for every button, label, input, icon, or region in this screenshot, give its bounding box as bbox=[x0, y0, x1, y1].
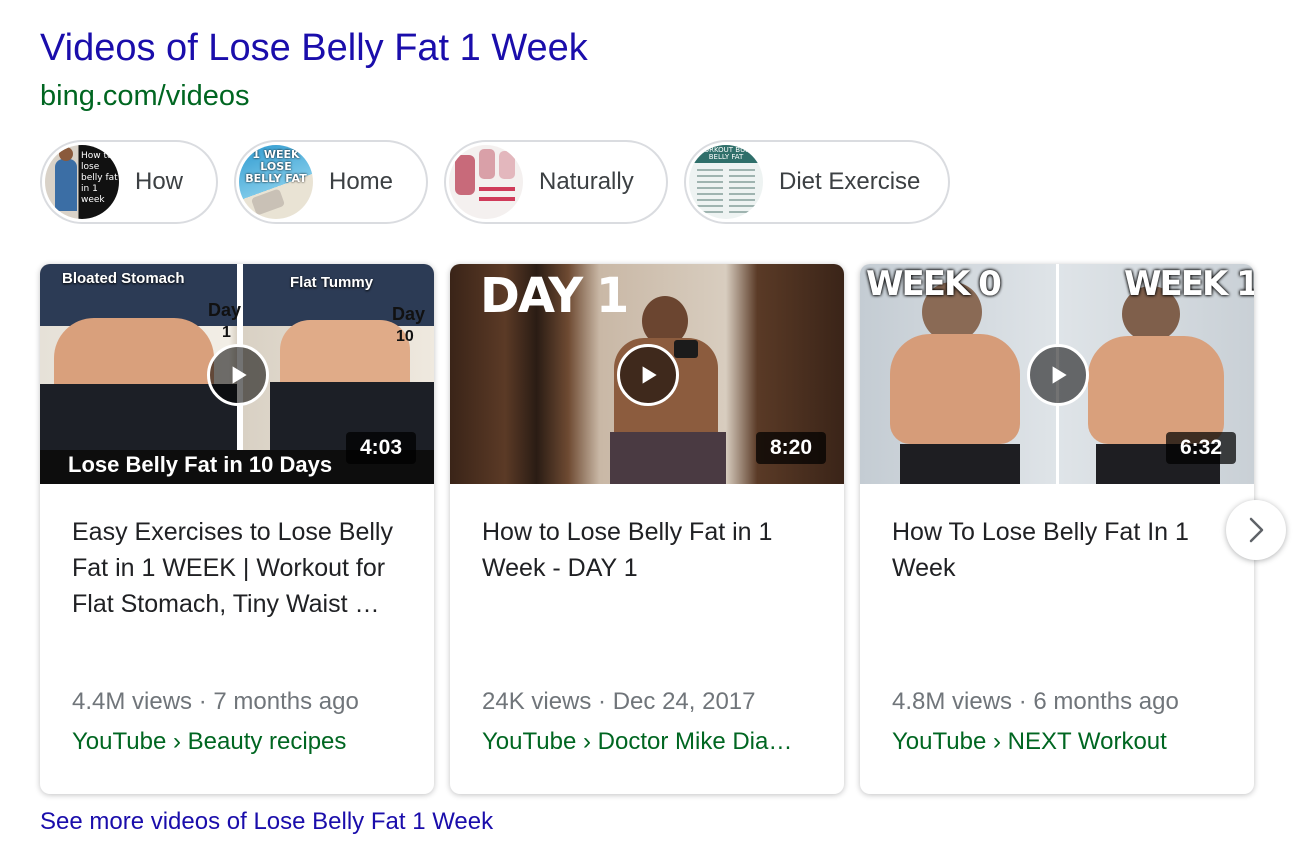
video-views: 4.4M views bbox=[72, 688, 193, 715]
filter-pill-label: How bbox=[135, 168, 184, 195]
video-channel[interactable]: YouTube › Beauty recipes bbox=[72, 728, 412, 756]
video-duration: 8:20 bbox=[755, 432, 826, 464]
meta-separator: · bbox=[591, 688, 613, 715]
filter-pill-label: Naturally bbox=[539, 168, 634, 195]
overlay-day-left: Day bbox=[208, 300, 242, 320]
video-thumbnail[interactable]: DAY 1 8:20 bbox=[450, 264, 844, 484]
video-channel[interactable]: YouTube › Doctor Mike Dia… bbox=[482, 728, 822, 756]
overlay-label-left: WEEK 0 bbox=[866, 264, 1002, 304]
video-title[interactable]: How To Lose Belly Fat In 1 Week bbox=[892, 514, 1230, 586]
overlay-label-right: Flat Tummy bbox=[290, 274, 374, 291]
meta-separator: · bbox=[1012, 688, 1034, 715]
overlay-banner: Lose Belly Fat in 10 Days bbox=[68, 452, 333, 477]
video-meta: 24K views · Dec 24, 2017 bbox=[482, 688, 756, 716]
video-thumbnail[interactable]: Bloated Stomach Flat Tummy Day 1 Day 10 … bbox=[40, 264, 434, 484]
video-meta: 4.8M views · 6 months ago bbox=[892, 688, 1179, 716]
video-meta: 4.4M views · 7 months ago bbox=[72, 688, 359, 716]
filter-pill-how[interactable]: How to lose belly fat in 1 week How bbox=[40, 140, 218, 224]
video-channel[interactable]: YouTube › NEXT Workout bbox=[892, 728, 1232, 756]
video-card[interactable]: Bloated Stomach Flat Tummy Day 1 Day 10 … bbox=[40, 264, 434, 794]
video-duration: 6:32 bbox=[1165, 432, 1236, 464]
video-views: 24K views bbox=[482, 688, 592, 715]
next-arrow-button[interactable] bbox=[1226, 500, 1286, 560]
filter-pill-diet-exercise[interactable]: WORKOUT BURN BELLY FAT Diet Exercise bbox=[684, 140, 950, 224]
overlay-banner: DAY 1 bbox=[480, 268, 629, 324]
video-card[interactable]: DAY 1 8:20 How to Lose Belly Fat in 1 We… bbox=[450, 264, 844, 794]
play-icon[interactable] bbox=[207, 344, 269, 406]
video-age: 6 months ago bbox=[1033, 688, 1179, 715]
play-icon[interactable] bbox=[1027, 344, 1089, 406]
filter-thumb-text: WORKOUT BURN BELLY FAT bbox=[696, 146, 756, 161]
video-title[interactable]: How to Lose Belly Fat in 1 Week - DAY 1 bbox=[482, 514, 820, 586]
meta-separator: · bbox=[192, 688, 214, 715]
filter-pill-home[interactable]: 1 WEEK LOSE BELLY FAT Home bbox=[234, 140, 428, 224]
filter-thumbnail bbox=[449, 145, 523, 219]
play-icon[interactable] bbox=[617, 344, 679, 406]
video-views: 4.8M views bbox=[892, 688, 1013, 715]
overlay-label-left: Bloated Stomach bbox=[62, 270, 185, 287]
video-card[interactable]: WEEK 0 WEEK 1 6:32 How To Lose Belly Fat… bbox=[860, 264, 1254, 794]
overlay-day-right: Day bbox=[392, 304, 426, 324]
section-title[interactable]: Videos of Lose Belly Fat 1 Week bbox=[40, 24, 588, 72]
video-age: Dec 24, 2017 bbox=[612, 688, 756, 715]
filter-thumbnail: How to lose belly fat in 1 week bbox=[45, 145, 119, 219]
video-age: 7 months ago bbox=[213, 688, 359, 715]
video-thumbnail[interactable]: WEEK 0 WEEK 1 6:32 bbox=[860, 264, 1254, 484]
filter-pill-label: Home bbox=[329, 168, 394, 195]
filter-thumb-text: How to lose belly fat in 1 week bbox=[81, 151, 118, 205]
filter-thumb-text: 1 WEEK LOSE BELLY FAT bbox=[245, 148, 307, 185]
filter-pill-label: Diet Exercise bbox=[779, 168, 921, 195]
filter-thumbnail: 1 WEEK LOSE BELLY FAT bbox=[239, 145, 313, 219]
overlay-label-right: WEEK 1 bbox=[1124, 264, 1254, 304]
video-duration: 4:03 bbox=[345, 432, 416, 464]
filter-thumbnail: WORKOUT BURN BELLY FAT bbox=[689, 145, 763, 219]
filter-pill-naturally[interactable]: Naturally bbox=[444, 140, 668, 224]
chevron-right-icon bbox=[1249, 517, 1264, 543]
overlay-day-right-num: 10 bbox=[396, 328, 414, 345]
video-title[interactable]: Easy Exercises to Lose Belly Fat in 1 WE… bbox=[72, 514, 410, 622]
overlay-day-left-num: 1 bbox=[222, 324, 231, 341]
source-url[interactable]: bing.com/videos bbox=[40, 78, 250, 114]
see-more-link[interactable]: See more videos of Lose Belly Fat 1 Week bbox=[40, 808, 493, 836]
